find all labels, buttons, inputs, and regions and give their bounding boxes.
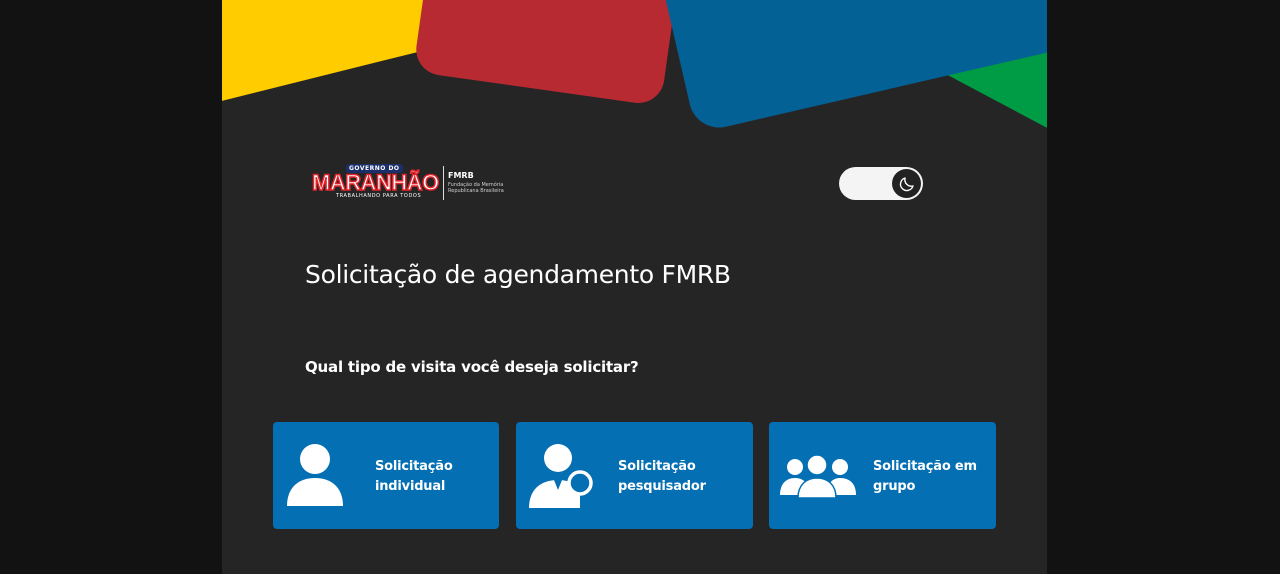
- logo-tagline: TRABALHANDO PARA TODOS: [336, 193, 422, 199]
- decorative-yellow-shape: [222, 0, 445, 109]
- main-panel: GOVERNO DO MARANHÃO TRABALHANDO PARA TOD…: [222, 0, 1047, 574]
- researcher-request-label: Solicitação pesquisador: [618, 459, 706, 494]
- group-icon: [780, 454, 856, 499]
- government-logo: GOVERNO DO MARANHÃO TRABALHANDO PARA TOD…: [311, 162, 512, 204]
- logo-org-full: Fundação da Memória Republicana Brasilei…: [448, 182, 504, 194]
- researcher-request-card[interactable]: Solicitação pesquisador: [516, 422, 753, 529]
- logo-divider: [443, 166, 444, 200]
- person-icon: [287, 444, 343, 506]
- toggle-knob: [892, 169, 921, 198]
- group-request-card[interactable]: Solicitação em grupo: [769, 422, 996, 529]
- page-title: Solicitação de agendamento FMRB: [305, 260, 731, 289]
- researcher-icon: [529, 444, 593, 508]
- decorative-red-shape: [412, 0, 692, 107]
- moon-icon: [899, 176, 914, 191]
- group-request-label: Solicitação em grupo: [873, 459, 977, 494]
- individual-request-label: Solicitação individual: [375, 459, 453, 494]
- logo-org: FMRB: [448, 171, 474, 180]
- individual-request-card[interactable]: Solicitação individual: [273, 422, 499, 529]
- theme-toggle[interactable]: [839, 167, 923, 200]
- visit-type-question: Qual tipo de visita você deseja solicita…: [305, 358, 639, 376]
